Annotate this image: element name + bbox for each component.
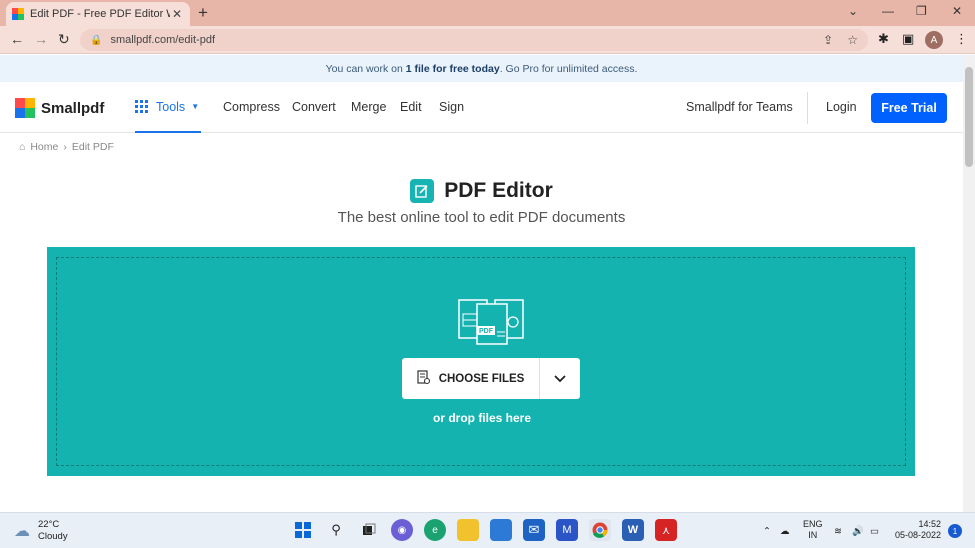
- chrome-menu-icon[interactable]: ⋮: [955, 31, 968, 47]
- close-window-icon[interactable]: ✕: [952, 4, 962, 18]
- edit-pdf-icon: [410, 179, 435, 203]
- microsoft-store-icon[interactable]: [490, 519, 512, 541]
- clock-time: 14:52: [918, 519, 942, 529]
- reload-icon[interactable]: ↻: [58, 31, 70, 48]
- page-subtitle: The best online tool to edit PDF documen…: [337, 209, 626, 226]
- minimize-icon[interactable]: —: [882, 4, 894, 18]
- onedrive-cloud-icon[interactable]: ☁: [780, 513, 790, 548]
- home-icon[interactable]: ⌂: [19, 141, 25, 153]
- bookmark-star-icon[interactable]: ☆: [847, 33, 858, 47]
- taskbar-apps: ⚲ ◉ e ✉ M W ⋏: [292, 519, 677, 541]
- teams-chat-icon[interactable]: ◉: [391, 519, 413, 541]
- scrollbar-thumb[interactable]: [965, 67, 973, 167]
- app-icon[interactable]: M: [556, 519, 578, 541]
- lang-code: ENG: [803, 519, 823, 529]
- browser-tab-strip: Edit PDF - Free PDF Editor Working ✕ + ⌄…: [0, 0, 975, 26]
- weather-temp: 22°C: [38, 519, 60, 530]
- tools-label: Tools: [156, 99, 186, 114]
- lang-region: IN: [808, 530, 818, 540]
- battery-icon[interactable]: ▭: [870, 513, 879, 548]
- acrobat-icon[interactable]: ⋏: [655, 519, 677, 541]
- smallpdf-favicon-icon: [12, 8, 24, 20]
- extensions-icon[interactable]: ✱: [878, 31, 889, 47]
- breadcrumb-current: Edit PDF: [71, 141, 114, 153]
- nav-merge[interactable]: Merge: [351, 100, 386, 114]
- clock-date: 05-08-2022: [895, 530, 942, 540]
- nav-edit[interactable]: Edit: [400, 100, 422, 114]
- task-view-icon[interactable]: [358, 519, 380, 541]
- chrome-icon[interactable]: [589, 519, 611, 541]
- close-tab-icon[interactable]: ✕: [170, 7, 184, 21]
- file-explorer-icon[interactable]: [457, 519, 479, 541]
- system-clock[interactable]: 14:52 05-08-2022: [895, 519, 941, 541]
- input-language[interactable]: ENG IN: [803, 519, 823, 541]
- mail-icon[interactable]: ✉: [523, 519, 545, 541]
- smallpdf-logo-icon: [15, 98, 35, 118]
- browser-tab[interactable]: Edit PDF - Free PDF Editor Working ✕: [6, 2, 190, 26]
- share-icon[interactable]: ⇪: [823, 33, 833, 47]
- url-text: smallpdf.com/edit-pdf: [110, 34, 215, 46]
- smallpdf-logo[interactable]: Smallpdf: [15, 98, 104, 118]
- profile-avatar[interactable]: A: [925, 31, 943, 49]
- lock-icon[interactable]: 🔒: [90, 35, 102, 46]
- free-usage-banner: You can work on 1 file for free today. G…: [0, 55, 963, 82]
- login-link[interactable]: Login: [826, 100, 857, 114]
- breadcrumb: ⌂ Home › Edit PDF: [19, 141, 114, 153]
- svg-text:PDF: PDF: [479, 328, 494, 335]
- banner-bold: 1 file for free today: [405, 62, 500, 75]
- tools-menu[interactable]: Tools ▼: [135, 82, 201, 133]
- choose-files-button[interactable]: CHOOSE FILES: [402, 358, 540, 399]
- tab-title: Edit PDF - Free PDF Editor Working: [30, 8, 170, 20]
- edge-icon[interactable]: e: [424, 519, 446, 541]
- windows-taskbar: ☁ 22°C Cloudy ⚲ ◉ e ✉ M W ⋏ ⌃ ☁ ENG IN ≋…: [0, 512, 975, 548]
- free-trial-button[interactable]: Free Trial: [871, 93, 947, 123]
- nav-convert[interactable]: Convert: [292, 100, 336, 114]
- address-bar-row: ← → ↻ 🔒 smallpdf.com/edit-pdf ⇪ ☆ ✱ ▣ ⋮: [0, 26, 975, 54]
- wifi-icon[interactable]: ≋: [834, 513, 842, 548]
- choose-files-dropdown[interactable]: [540, 358, 580, 399]
- grid-icon: [135, 100, 148, 113]
- cloud-icon: ☁: [14, 523, 30, 540]
- nav-divider: [807, 92, 808, 124]
- drop-files-hint: or drop files here: [432, 411, 532, 425]
- choose-files-control[interactable]: CHOOSE FILES: [402, 358, 580, 399]
- site-navbar: Smallpdf Tools ▼ Compress Convert Merge …: [0, 82, 963, 133]
- dropzone-dashed-area[interactable]: PDF CHOOSE FILES or drop files here: [56, 257, 906, 466]
- page-title: PDF Editor: [0, 179, 963, 203]
- volume-icon[interactable]: 🔊: [852, 513, 864, 548]
- new-tab-icon[interactable]: +: [198, 3, 208, 23]
- file-dropzone[interactable]: PDF CHOOSE FILES or drop files here: [47, 247, 915, 476]
- nav-sign[interactable]: Sign: [439, 100, 464, 114]
- documents-illustration-icon: PDF: [458, 299, 524, 345]
- side-panel-icon[interactable]: ▣: [902, 31, 914, 47]
- forward-icon[interactable]: →: [34, 31, 48, 47]
- banner-prefix: You can work on: [325, 62, 403, 75]
- weather-widget[interactable]: ☁ 22°C Cloudy: [14, 519, 68, 543]
- search-icon[interactable]: ⚲: [325, 519, 347, 541]
- nav-teams[interactable]: Smallpdf for Teams: [686, 100, 793, 114]
- back-icon[interactable]: ←: [10, 31, 24, 47]
- tab-search-icon[interactable]: ⌄: [848, 4, 858, 18]
- word-icon[interactable]: W: [622, 519, 644, 541]
- notification-badge[interactable]: 1: [948, 524, 962, 538]
- breadcrumb-home[interactable]: Home: [30, 141, 58, 153]
- page-title-text: PDF Editor: [444, 179, 553, 202]
- page-scrollbar[interactable]: [963, 55, 975, 512]
- tray-chevron-up-icon[interactable]: ⌃: [763, 513, 771, 548]
- address-bar[interactable]: 🔒 smallpdf.com/edit-pdf ⇪ ☆: [80, 29, 868, 51]
- banner-suffix: . Go Pro for unlimited access.: [499, 62, 638, 75]
- weather-condition: Cloudy: [38, 531, 68, 542]
- caret-down-icon: ▼: [191, 102, 200, 111]
- chevron-down-icon: [554, 374, 566, 382]
- nav-compress[interactable]: Compress: [223, 100, 280, 114]
- breadcrumb-separator: ›: [63, 141, 67, 153]
- file-search-icon: [417, 369, 431, 388]
- windows-start-icon[interactable]: [292, 519, 314, 541]
- choose-files-label: CHOOSE FILES: [438, 372, 525, 385]
- restore-icon[interactable]: ❐: [916, 4, 927, 18]
- logo-text: Smallpdf: [41, 99, 105, 117]
